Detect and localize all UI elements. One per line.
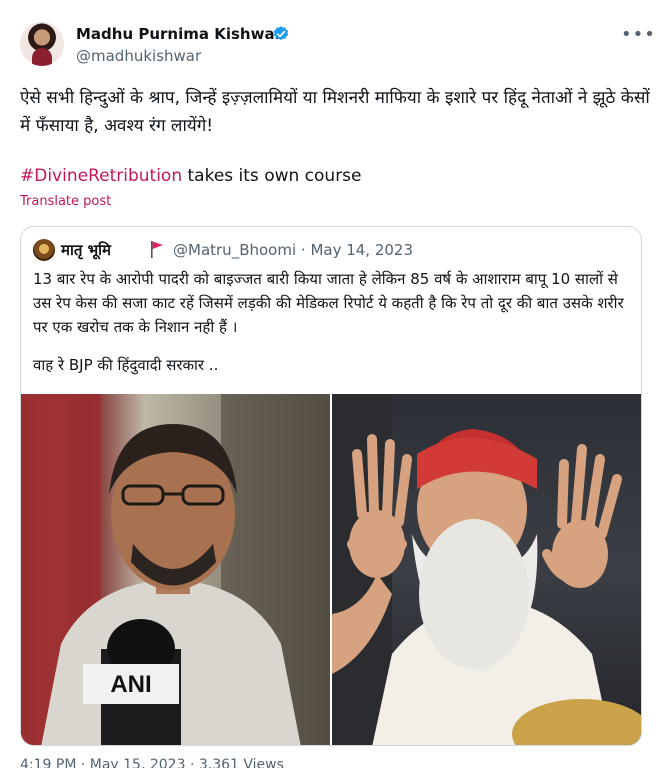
quoted-image-left[interactable]: ANI bbox=[21, 394, 330, 745]
quoted-meta: @Matru_Bhoomi · May 14, 2023 bbox=[173, 241, 413, 259]
tweet-text: ऐसे सभी हिन्दुओं के श्राप, जिन्हें इज़्ज… bbox=[20, 88, 650, 136]
quoted-tweet[interactable]: मातृ भूमि @Matru_Bhoomi · May 14, 2023 1… bbox=[20, 226, 642, 746]
image-left-graphic: ANI bbox=[21, 394, 330, 745]
quoted-separator: · bbox=[296, 241, 311, 259]
hashtag-link[interactable]: #DivineRetribution bbox=[20, 166, 182, 186]
tweet: Madhu Purnima Kishwar @madhukishwar ••• … bbox=[0, 0, 667, 768]
quoted-text: 13 बार रेप के आरोपी पादरी को बाइज्जत बार… bbox=[33, 270, 624, 336]
quoted-author-name: मातृ भूमि bbox=[61, 241, 112, 259]
red-flag-icon bbox=[151, 241, 163, 258]
quoted-date: May 14, 2023 bbox=[310, 241, 414, 259]
quoted-image-right[interactable] bbox=[332, 394, 641, 745]
image-right-graphic bbox=[332, 394, 641, 745]
verified-badge-icon bbox=[273, 26, 289, 41]
more-options-icon[interactable]: ••• bbox=[621, 24, 656, 45]
mic-logo-text: ANI bbox=[110, 671, 151, 698]
author-handle[interactable]: @madhukishwar bbox=[76, 47, 201, 65]
hashtag-followup-text: takes its own course bbox=[182, 166, 362, 186]
quoted-text-line2: वाह रे BJP की हिंदुवादी सरकार .. bbox=[33, 356, 219, 374]
quoted-handle: @Matru_Bhoomi bbox=[173, 241, 297, 259]
author-avatar[interactable] bbox=[20, 22, 64, 66]
tweet-timestamp[interactable]: 4:19 PM · May 15, 2023 · 3,361 Views bbox=[20, 757, 284, 768]
translate-post-link[interactable]: Translate post bbox=[20, 194, 111, 209]
author-name[interactable]: Madhu Purnima Kishwar bbox=[76, 25, 282, 43]
tweet-hashtag-line: #DivineRetribution takes its own course bbox=[20, 164, 362, 188]
quoted-avatar bbox=[33, 239, 55, 261]
